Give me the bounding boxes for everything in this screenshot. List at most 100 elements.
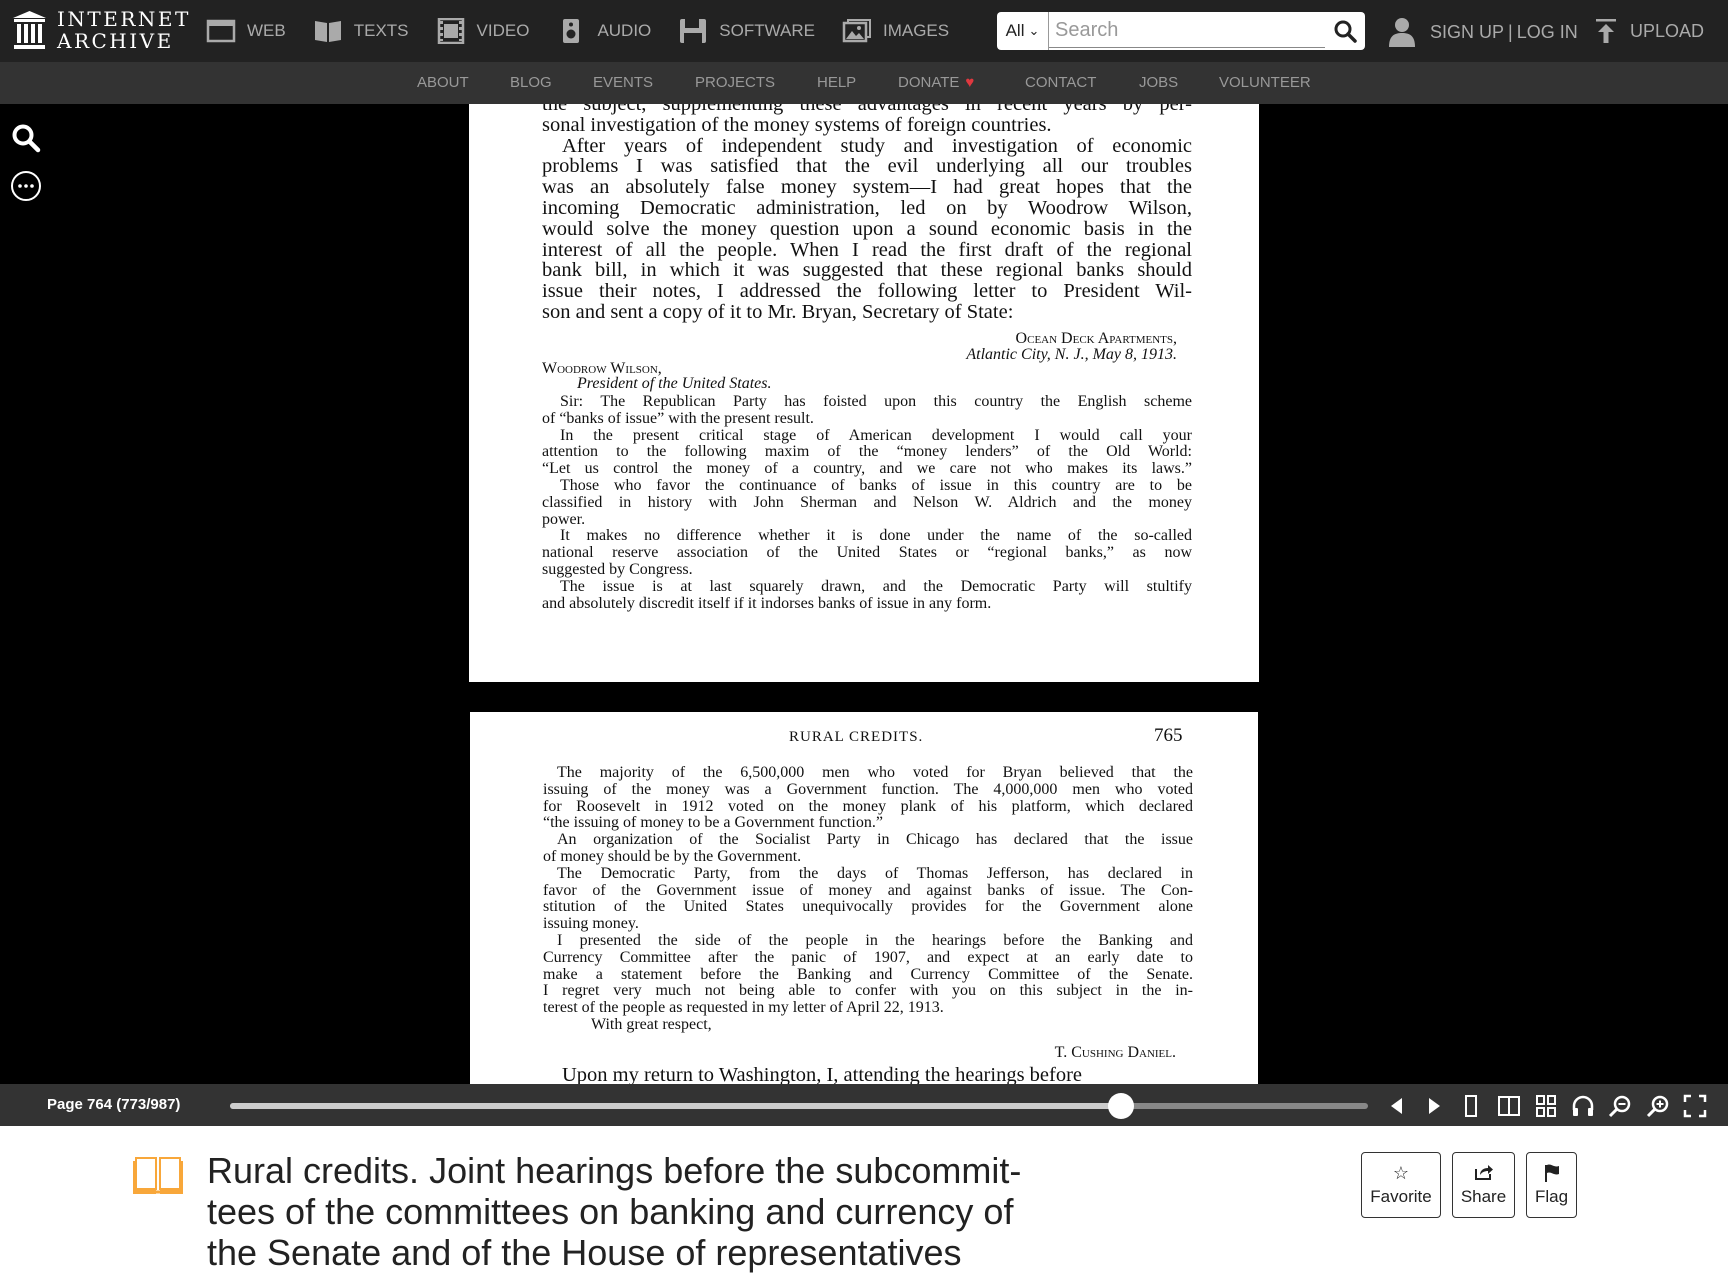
internet-archive-logo[interactable]: INTERNET ARCHIVE	[12, 8, 191, 52]
nav-texts[interactable]: TEXTS	[312, 17, 409, 45]
search-icon	[1334, 20, 1357, 43]
flag-label: Flag	[1534, 1187, 1569, 1206]
sign-up-link[interactable]: SIGN UP	[1430, 22, 1504, 43]
flag-icon	[1542, 1163, 1562, 1185]
continuation-line: Upon my return to Washington, I, attendi…	[562, 1064, 1083, 1084]
logo-text: INTERNET ARCHIVE	[57, 8, 191, 52]
text-line: make a statement before the Banking and …	[543, 965, 1193, 983]
subnav-projects[interactable]: PROJECTS	[695, 74, 775, 91]
nav-audio[interactable]: AUDIO	[555, 17, 651, 45]
star-icon: ☆	[1392, 1163, 1410, 1183]
book-reader: the subject, supplementing these advanta…	[0, 104, 1728, 1084]
nav-software[interactable]: SOFTWARE	[677, 17, 815, 45]
user-icon	[1389, 18, 1415, 47]
subnav-events[interactable]: EVENTS	[593, 74, 653, 91]
search-scope-select[interactable]: All ⌄	[997, 12, 1049, 50]
headphones-icon	[1572, 1095, 1594, 1116]
page-764-body: the subject, supplementing these advanta…	[542, 104, 1192, 323]
previous-page-button[interactable]	[1384, 1093, 1410, 1119]
text-line: The issue is at last squarely drawn, and…	[560, 577, 1192, 595]
triangle-right-icon	[1429, 1098, 1440, 1114]
texts-icon	[312, 17, 344, 45]
share-button[interactable]: Share	[1452, 1152, 1515, 1218]
text-line: The majority of the 6,500,000 men who vo…	[557, 764, 1193, 781]
video-icon	[435, 17, 467, 45]
subnav-blog[interactable]: BLOG	[510, 74, 552, 91]
text-line: national reserve association of the Unit…	[542, 544, 1192, 562]
share-icon	[1474, 1163, 1494, 1185]
subnav-jobs[interactable]: JOBS	[1139, 74, 1178, 91]
text-line: problems I was satisfied that the evil u…	[542, 155, 1192, 178]
text-line: terest of the people as requested in my …	[543, 999, 944, 1017]
text-line: “Let us control the money of a country, …	[542, 460, 1192, 478]
text-line: would solve the money question upon a so…	[542, 217, 1192, 240]
subnav-help[interactable]: HELP	[817, 74, 856, 91]
upload-label: UPLOAD	[1630, 20, 1705, 41]
search-button[interactable]	[1325, 12, 1365, 50]
subnav-contact[interactable]: CONTACT	[1025, 74, 1096, 91]
text-line: incoming Democratic administration, led …	[542, 196, 1192, 219]
read-aloud-button[interactable]	[1570, 1093, 1596, 1119]
logo-line-1: INTERNET	[57, 7, 191, 31]
text-line: The Democratic Party, from the days of T…	[557, 864, 1193, 882]
audio-icon	[555, 17, 587, 45]
nav-web[interactable]: WEB	[205, 17, 286, 45]
text-line: In the present critical stage of America…	[560, 426, 1192, 444]
subnav-about[interactable]: ABOUT	[417, 74, 469, 91]
next-page-button[interactable]	[1421, 1093, 1447, 1119]
account-separator: |	[1508, 21, 1513, 42]
page-slider[interactable]	[230, 1093, 1368, 1119]
nav-software-label: SOFTWARE	[719, 21, 815, 40]
fullscreen-icon	[1683, 1094, 1707, 1118]
log-in-link[interactable]: LOG IN	[1517, 22, 1578, 43]
nav-video[interactable]: VIDEO	[435, 17, 529, 45]
upload-button[interactable]: UPLOAD	[1594, 18, 1704, 44]
text-line: was an absolutely false money system—I h…	[542, 176, 1192, 199]
two-page-view-button[interactable]	[1496, 1093, 1522, 1119]
secondary-navigation: ABOUT BLOG EVENTS PROJECTS HELP DONATE ♥ …	[0, 62, 1728, 104]
page-slider-handle[interactable]	[1108, 1093, 1135, 1119]
text-line: of money should be by the Government.	[543, 847, 802, 865]
text-line: stitution of the United States unequivoc…	[543, 898, 1193, 916]
book-page-764: the subject, supplementing these advanta…	[469, 104, 1259, 682]
ellipsis-icon	[11, 171, 41, 201]
nav-texts-label: TEXTS	[353, 21, 409, 40]
account-links: SIGN UP | LOG IN	[1388, 16, 1578, 48]
thumbnail-view-button[interactable]	[1533, 1093, 1559, 1119]
item-details: Rural credits. Joint hearings before the…	[0, 1126, 1728, 1273]
zoom-out-button[interactable]	[1607, 1093, 1633, 1119]
text-line: favor of the Government issue of money a…	[543, 881, 1193, 899]
fullscreen-button[interactable]	[1682, 1093, 1708, 1119]
one-page-view-button[interactable]	[1458, 1093, 1484, 1119]
zoom-out-icon	[1608, 1095, 1631, 1118]
page-indicator: Page 764 (773/987)	[47, 1096, 181, 1113]
more-options-button[interactable]	[10, 170, 42, 202]
subnav-volunteer[interactable]: VOLUNTEER	[1219, 74, 1311, 91]
text-line: of “banks of issue” with the present res…	[542, 409, 814, 427]
item-title-line: the Senate and of the House of represent…	[207, 1232, 962, 1273]
search-inside-button[interactable]	[10, 122, 42, 154]
text-line: interest of all the people. When I read …	[542, 238, 1192, 261]
web-icon	[205, 17, 237, 45]
search-input[interactable]	[1049, 14, 1325, 48]
text-line: issue their notes, I addressed the follo…	[542, 280, 1192, 303]
nav-images[interactable]: IMAGES	[841, 17, 949, 45]
favorite-button[interactable]: ☆ Favorite	[1361, 1152, 1441, 1218]
text-line: sonal investigation of the money systems…	[542, 113, 1052, 136]
letter-signature: T. Cushing Daniel.	[1054, 1044, 1176, 1061]
text-line: bank bill, in which it was suggested tha…	[542, 259, 1192, 282]
zoom-in-button[interactable]	[1645, 1093, 1671, 1119]
page-slider-fill	[230, 1103, 1122, 1109]
letter-recipient-title: President of the United States.	[577, 375, 772, 392]
subnav-donate[interactable]: DONATE ♥	[898, 74, 974, 91]
page-765-body: The majority of the 6,500,000 men who vo…	[543, 764, 1193, 1034]
grid-icon	[1536, 1095, 1556, 1117]
text-line: Currency Committee after the panic of 19…	[543, 948, 1193, 966]
single-page-icon	[1465, 1095, 1477, 1117]
flag-button[interactable]: Flag	[1526, 1152, 1577, 1218]
favorite-label: Favorite	[1370, 1187, 1432, 1206]
book-icon	[133, 1157, 183, 1194]
top-navigation: INTERNET ARCHIVE WEB TEXTS VIDEO AUDIO S…	[0, 0, 1728, 62]
item-title-line: Rural credits. Joint hearings before the…	[207, 1150, 1022, 1191]
running-head: RURAL CREDITS.	[789, 729, 924, 745]
